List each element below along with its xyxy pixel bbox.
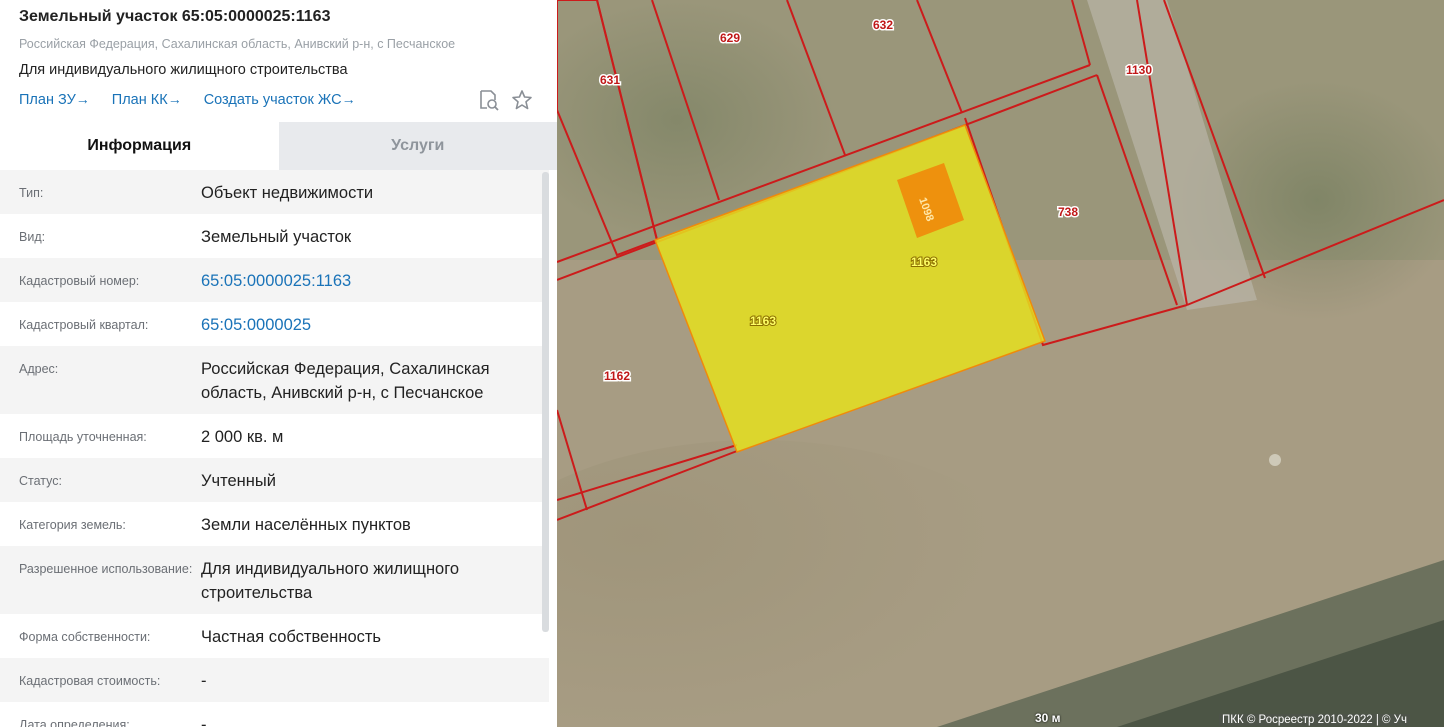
arrow-right-icon: →: [75, 91, 90, 107]
info-row: Вид: Земельный участок: [0, 214, 549, 258]
plan-kk-label: План КК: [111, 92, 168, 108]
info-row-label: Дата определения:: [19, 718, 130, 727]
info-row-label: Кадастровая стоимость:: [19, 674, 161, 688]
info-row: Кадастровая стоимость: -: [0, 658, 549, 702]
info-row-value: Учтенный: [201, 472, 276, 490]
info-row-value: Российская Федерация, Сахалинская област…: [201, 360, 490, 402]
info-row-value: -: [201, 716, 207, 727]
info-row: Разрешенное использование: Для индивидуал…: [0, 546, 549, 614]
map-scale: 30 м: [1035, 711, 1061, 725]
info-row-value: Земли населённых пунктов: [201, 516, 411, 534]
info-row-value: Объект недвижимости: [201, 184, 374, 202]
info-table: Тип: Объект недвижимости Вид: Земельный уча…: [0, 170, 549, 727]
terrain-spot: [1269, 454, 1281, 466]
star-icon[interactable]: [510, 88, 534, 112]
create-parcel-link[interactable]: Создать участок ЖС→: [204, 91, 356, 108]
info-panel: Земельный участок 65:05:0000025:1163 Рос…: [0, 0, 557, 727]
arrow-right-icon: →: [167, 91, 182, 107]
parcel-purpose: Для индивидуального жилищного строительс…: [19, 62, 348, 78]
info-row-label: Кадастровый номер:: [19, 274, 140, 288]
info-row: Категория земель: Земли населённых пункто…: [0, 502, 549, 546]
create-parcel-label: Создать участок ЖС: [203, 92, 342, 108]
info-row-label: Форма собственности:: [19, 630, 151, 644]
info-row-label: Категория земель:: [19, 518, 126, 532]
parcel-label: 1130: [1126, 63, 1152, 77]
info-row-label: Кадастровый квартал:: [19, 318, 149, 332]
map-copyright: ПКК © Росреестр 2010-2022 | © Уч: [1219, 714, 1410, 726]
info-row: Кадастровый номер: 65:05:0000025:1163: [0, 258, 549, 302]
info-row-label: Вид:: [19, 230, 46, 244]
info-row-label: Разрешенное использование:: [19, 562, 193, 576]
arrow-right-icon: →: [341, 91, 356, 107]
info-row: Кадастровый квартал: 65:05:0000025: [0, 302, 549, 346]
tab-information[interactable]: Информация: [0, 122, 279, 170]
search-document-icon[interactable]: [477, 88, 501, 112]
info-row-value: 2 000 кв. м: [201, 428, 284, 446]
parcel-label-selected: 1163: [750, 314, 776, 328]
parcel-label-selected: 1163: [911, 255, 937, 269]
info-row: Площадь уточненная: 2 000 кв. м: [0, 414, 549, 458]
parcel-label: 632: [873, 18, 893, 32]
parcel-label: 1162: [604, 369, 630, 383]
panel-tabs: Информация Услуги: [0, 122, 557, 170]
info-row: Адрес: Российская Федерация, Сахалинская …: [0, 346, 549, 414]
info-row-value-link[interactable]: 65:05:0000025:1163: [201, 258, 549, 302]
header-links: План ЗУ→ План КК→ Создать участок ЖС→: [19, 91, 356, 108]
info-row-label: Статус:: [19, 474, 62, 488]
parcel-address: Российская Федерация, Сахалинская област…: [19, 37, 456, 51]
info-row: Тип: Объект недвижимости: [0, 170, 549, 214]
info-row-label: Адрес:: [19, 362, 59, 376]
info-row: Форма собственности: Частная собственност…: [0, 614, 549, 658]
info-row: Статус: Учтенный: [0, 458, 549, 502]
parcel-label: 738: [1058, 205, 1078, 219]
parcel-label: 629: [720, 31, 740, 45]
tab-services[interactable]: Услуги: [278, 122, 557, 170]
info-row-value: -: [201, 672, 207, 690]
plan-zu-label: План ЗУ: [19, 92, 76, 108]
plan-zu-link[interactable]: План ЗУ→: [19, 91, 90, 108]
info-row-value-link[interactable]: 65:05:0000025: [201, 302, 549, 346]
cadastral-map[interactable]: 631 629 632 1130 738 1163 1163 1162 1098…: [557, 0, 1444, 727]
info-row-value: Земельный участок: [201, 228, 352, 246]
panel-scrollbar[interactable]: [542, 172, 549, 632]
panel-header: Земельный участок 65:05:0000025:1163 Рос…: [0, 0, 557, 122]
map-canvas[interactable]: 631 629 632 1130 738 1163 1163 1162 1098: [557, 0, 1444, 727]
parcel-title: Земельный участок 65:05:0000025:1163: [19, 8, 331, 25]
parcel-label: 631: [600, 73, 620, 87]
info-row: Дата определения: -: [0, 702, 549, 727]
info-row-value: Для индивидуального жилищного строительс…: [201, 560, 460, 602]
info-row-value: Частная собственность: [201, 628, 382, 646]
plan-kk-link[interactable]: План КК→: [112, 91, 182, 108]
info-row-label: Площадь уточненная:: [19, 430, 147, 444]
info-row-label: Тип:: [19, 186, 44, 200]
